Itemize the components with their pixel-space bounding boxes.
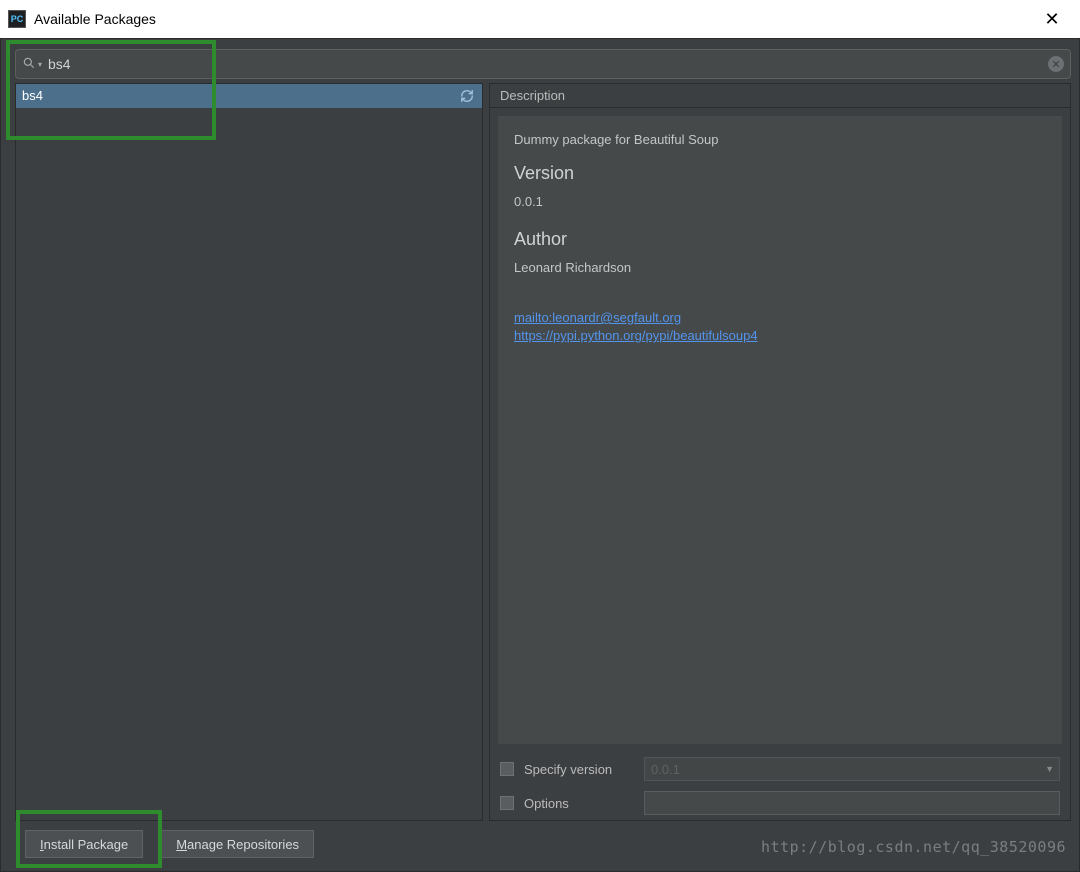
package-list-pane: bs4 [15, 83, 483, 821]
refresh-icon[interactable] [458, 87, 476, 105]
package-name: bs4 [22, 88, 43, 103]
window-title: Available Packages [34, 11, 1032, 27]
description-pane: Description Dummy package for Beautiful … [489, 83, 1071, 821]
project-url-link[interactable]: https://pypi.python.org/pypi/beautifulso… [514, 327, 1046, 345]
package-summary: Dummy package for Beautiful Soup [514, 132, 1046, 147]
searchbar: ▾ ✕ [15, 49, 1071, 79]
app-icon: PC [8, 10, 26, 28]
list-toolbar [458, 84, 480, 108]
options-row: Options [490, 786, 1070, 820]
search-dropdown-icon[interactable]: ▾ [38, 60, 42, 69]
close-icon[interactable]: ✕ [1032, 9, 1072, 30]
specify-version-select[interactable]: 0.0.1 [644, 757, 1060, 781]
dialog: ▾ ✕ bs4 Description Dummy packag [0, 38, 1080, 872]
version-value: 0.0.1 [514, 194, 1046, 209]
options-input[interactable] [644, 791, 1060, 815]
package-list[interactable] [16, 84, 482, 820]
search-input[interactable] [48, 56, 1048, 72]
manage-repositories-button[interactable]: Manage Repositories [161, 830, 314, 858]
watermark: http://blog.csdn.net/qq_38520096 [761, 838, 1066, 856]
version-label: Version [514, 163, 1046, 184]
specify-version-row: Specify version 0.0.1 ▼ [490, 752, 1070, 786]
specify-version-label: Specify version [524, 762, 634, 777]
clear-search-icon[interactable]: ✕ [1048, 56, 1064, 72]
options-checkbox[interactable] [500, 796, 514, 810]
list-item[interactable]: bs4 [16, 84, 482, 108]
author-value: Leonard Richardson [514, 260, 1046, 275]
specify-version-checkbox[interactable] [500, 762, 514, 776]
manage-label-rest: anage Repositories [187, 837, 299, 852]
options-label: Options [524, 796, 634, 811]
author-label: Author [514, 229, 1046, 250]
description-header: Description [490, 84, 1070, 108]
install-label-rest: nstall Package [44, 837, 129, 852]
titlebar: PC Available Packages ✕ [0, 0, 1080, 38]
description-body: Dummy package for Beautiful Soup Version… [498, 116, 1062, 744]
author-email-link[interactable]: mailto:leonardr@segfault.org [514, 309, 1046, 327]
install-package-button[interactable]: Install Package [25, 830, 143, 858]
search-icon [22, 56, 36, 73]
